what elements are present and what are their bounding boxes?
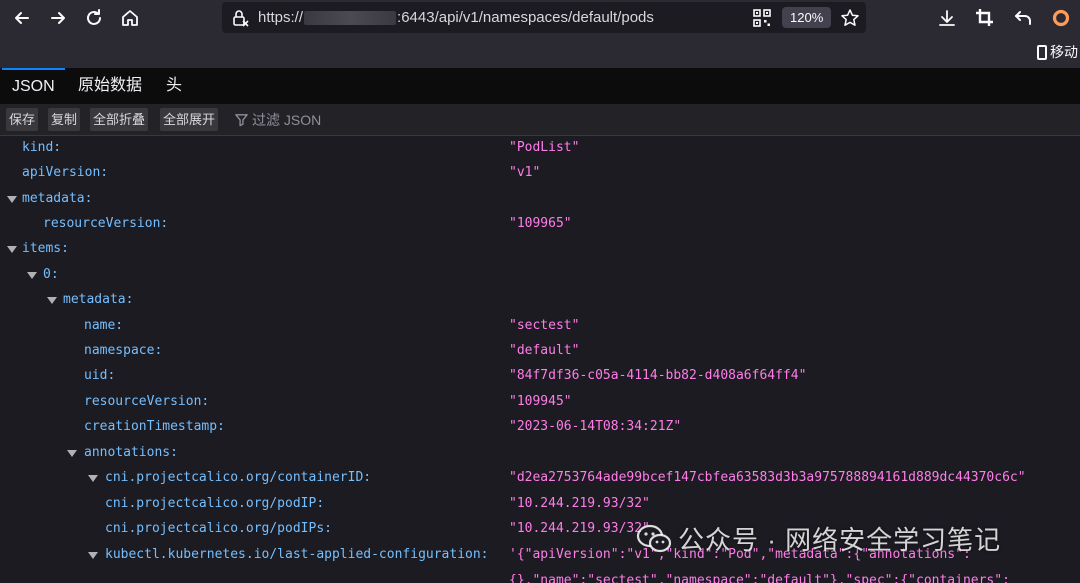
expand-triangle-icon[interactable] <box>47 297 57 304</box>
tree-row[interactable]: cni.projectcalico.org/containerID: "d2ea… <box>0 466 1080 491</box>
watermark-text: 公众号 · 网络安全学习笔记 <box>678 525 1002 555</box>
lock-warning-icon <box>233 9 249 27</box>
tree-key: cni.projectcalico.org/podIPs: <box>105 521 332 536</box>
tree-key: uid: <box>84 368 116 383</box>
downloads-button[interactable] <box>932 3 962 33</box>
tree-key: kubectl.kubernetes.io/last-applied-confi… <box>105 547 489 562</box>
url-prefix: https:// <box>258 9 304 26</box>
home-icon <box>122 10 138 26</box>
tree-row[interactable]: namespace: "default" <box>0 339 1080 364</box>
url-bar[interactable]: https:// :6443/api/v1/namespaces/default/… <box>222 2 866 33</box>
tree-value: "default" <box>509 343 580 358</box>
tree-row[interactable]: uid: "84f7df36-c05a-4114-bb82-d408a6f64f… <box>0 364 1080 389</box>
tree-key: namespace: <box>84 343 163 358</box>
filter-json-input[interactable]: 过滤 JSON <box>234 108 321 131</box>
expand-triangle-icon[interactable] <box>7 246 17 253</box>
screenshot-button[interactable] <box>970 3 1000 33</box>
tree-value: "109965" <box>509 216 572 231</box>
filter-icon <box>235 114 248 127</box>
home-button[interactable] <box>116 4 144 32</box>
copy-button[interactable]: 复制 <box>48 108 81 131</box>
extension-button[interactable] <box>1046 3 1076 33</box>
tree-value: "sectest" <box>509 318 580 333</box>
arrow-left-icon <box>15 12 29 24</box>
expand-triangle-icon[interactable] <box>67 450 77 457</box>
save-button[interactable]: 保存 <box>6 108 39 131</box>
tree-row[interactable]: metadata: <box>0 288 1080 313</box>
crop-icon <box>976 9 993 26</box>
tree-row[interactable]: resourceVersion: "109945" <box>0 390 1080 415</box>
url-text: https:// :6443/api/v1/namespaces/default/… <box>258 9 654 26</box>
tree-key: apiVersion: <box>22 165 109 180</box>
forward-button[interactable] <box>44 4 72 32</box>
tree-row[interactable]: name: "sectest" <box>0 314 1080 339</box>
ring-extension-icon <box>1052 9 1070 27</box>
wechat-icon <box>636 524 672 552</box>
undo-icon <box>1015 11 1031 25</box>
tab-json[interactable]: JSON <box>2 68 65 104</box>
zoom-level-badge[interactable]: 120% <box>782 7 832 28</box>
tab-raw-data[interactable]: 原始数据 <box>68 68 152 104</box>
tree-value: "v1" <box>509 165 541 180</box>
expand-triangle-icon[interactable] <box>88 552 98 559</box>
tree-value: "10.244.219.93/32" <box>509 496 650 511</box>
undo-close-button[interactable] <box>1008 3 1038 33</box>
tree-key: cni.projectcalico.org/podIP: <box>105 496 325 511</box>
tab-headers[interactable]: 头 <box>156 68 192 104</box>
tree-row[interactable]: items: <box>0 237 1080 262</box>
tree-key: metadata: <box>63 292 134 307</box>
reload-button[interactable] <box>80 4 108 32</box>
tree-key: kind: <box>22 140 62 155</box>
tree-key: annotations: <box>84 445 178 460</box>
tree-value: "109945" <box>509 394 572 409</box>
expand-triangle-icon[interactable] <box>88 475 98 482</box>
tree-key: resourceVersion: <box>43 216 169 231</box>
star-bookmark-icon[interactable] <box>840 8 860 28</box>
viewer-tabs: JSON 原始数据 头 <box>0 68 1080 105</box>
json-actions-toolbar: 保存 复制 全部折叠 全部展开 过滤 JSON <box>0 104 1080 136</box>
expand-all-button[interactable]: 全部展开 <box>160 108 219 131</box>
tree-key: 0: <box>43 267 59 282</box>
url-redacted-host <box>304 11 397 26</box>
tree-key: metadata: <box>22 191 93 206</box>
mobile-bookmarks-item[interactable]: 移动 <box>1037 42 1078 62</box>
tree-row[interactable]: 0: <box>0 263 1080 288</box>
tree-row[interactable]: apiVersion: "v1" <box>0 161 1080 186</box>
tree-row[interactable]: annotations: <box>0 441 1080 466</box>
phone-icon <box>1037 44 1047 60</box>
tree-key: resourceVersion: <box>84 394 210 409</box>
tree-value: "84f7df36-c05a-4114-bb82-d408a6f64ff4" <box>509 368 807 383</box>
arrow-right-icon <box>51 12 65 24</box>
back-button[interactable] <box>8 4 36 32</box>
json-tree: kind: "PodList" apiVersion: "v1" metadat… <box>0 136 1080 583</box>
tree-value: "2023-06-14T08:34:21Z" <box>509 419 682 434</box>
tree-value: "PodList" <box>509 140 580 155</box>
tree-value-continued: {},"name":"sectest","namespace":"default… <box>509 573 1010 583</box>
tree-row[interactable]: creationTimestamp: "2023-06-14T08:34:21Z… <box>0 415 1080 440</box>
download-icon <box>939 10 955 26</box>
browser-toolbar: https:// :6443/api/v1/namespaces/default/… <box>0 0 1080 36</box>
tree-key: cni.projectcalico.org/containerID: <box>105 470 372 485</box>
expand-triangle-icon[interactable] <box>27 272 37 279</box>
url-path: :6443/api/v1/namespaces/default/pods <box>397 9 654 26</box>
expand-triangle-icon[interactable] <box>7 196 17 203</box>
filter-placeholder: 过滤 JSON <box>252 111 322 128</box>
tree-row[interactable]: kind: "PodList" <box>0 136 1080 161</box>
reload-icon <box>87 9 101 25</box>
tree-row[interactable]: resourceVersion: "109965" <box>0 212 1080 237</box>
qr-code-icon[interactable] <box>752 8 772 28</box>
tree-key: creationTimestamp: <box>84 419 225 434</box>
tree-value: "10.244.219.93/32" <box>509 521 650 536</box>
tree-row[interactable]: cni.projectcalico.org/podIP: "10.244.219… <box>0 492 1080 517</box>
watermark: 公众号 · 网络安全学习笔记 <box>636 520 1001 557</box>
tree-value: "d2ea2753764ade99bcef147cbfea63583d3b3a9… <box>509 470 1026 485</box>
tree-key: name: <box>84 318 124 333</box>
collapse-all-button[interactable]: 全部折叠 <box>90 108 149 131</box>
mobile-bookmarks-label: 移动 <box>1050 44 1078 60</box>
tree-row[interactable]: metadata: <box>0 187 1080 212</box>
bookmarks-bar: 移动 <box>0 36 1080 68</box>
tree-key: items: <box>22 241 69 256</box>
toolbar-right-tools <box>924 0 1080 36</box>
